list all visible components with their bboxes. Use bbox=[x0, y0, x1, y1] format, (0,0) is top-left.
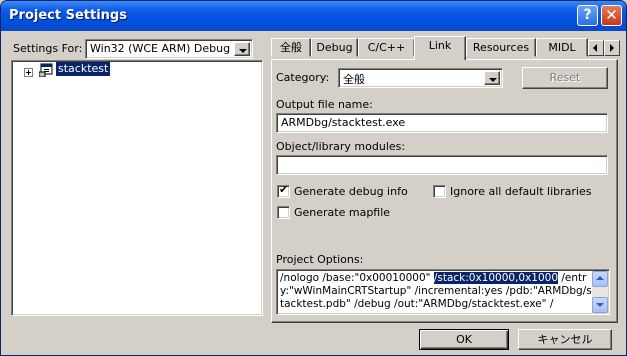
ok-button[interactable]: OK bbox=[419, 329, 509, 350]
close-button[interactable]: ✕ bbox=[601, 5, 622, 26]
output-file-label: Output file name: bbox=[276, 98, 373, 111]
category-label: Category: bbox=[276, 71, 330, 84]
tree-item-stacktest[interactable]: stacktest bbox=[56, 62, 111, 76]
window-title: Project Settings bbox=[9, 8, 127, 23]
output-file-input[interactable]: ARMDbg/stacktest.exe bbox=[276, 113, 608, 133]
settings-for-value: Win32 (WCE ARM) Debug bbox=[90, 42, 231, 55]
generate-debug-info-label[interactable]: Generate debug info bbox=[294, 185, 408, 198]
project-options-textarea[interactable]: /nologo /base:"0x00010000" /stack:0x1000… bbox=[276, 269, 610, 315]
generate-mapfile-label[interactable]: Generate mapfile bbox=[294, 206, 390, 219]
project-icon bbox=[39, 63, 53, 77]
category-combo[interactable]: 全般 bbox=[338, 68, 503, 88]
help-button[interactable]: ? bbox=[577, 5, 598, 26]
generate-mapfile-checkbox[interactable] bbox=[277, 206, 290, 219]
project-tree[interactable]: stacktest bbox=[11, 60, 263, 316]
chevron-down-icon[interactable] bbox=[484, 71, 500, 85]
tab-general[interactable]: 全般 bbox=[271, 38, 311, 57]
reset-button[interactable]: Reset bbox=[522, 67, 608, 89]
project-options-text: /nologo /base:"0x00010000" /stack:0x1000… bbox=[280, 272, 592, 311]
title-bar[interactable]: Project Settings ? ✕ bbox=[1, 1, 626, 31]
settings-for-combo[interactable]: Win32 (WCE ARM) Debug bbox=[85, 39, 253, 59]
scroll-down-icon[interactable] bbox=[592, 297, 608, 313]
scroll-up-icon[interactable] bbox=[592, 271, 608, 287]
checkmark-icon: ✔ bbox=[279, 183, 289, 196]
ignore-default-libs-checkbox[interactable] bbox=[433, 185, 446, 198]
options-text-selected: /stack:0x10000,0x1000 bbox=[433, 272, 559, 284]
tab-resources[interactable]: Resources bbox=[466, 38, 536, 57]
modules-label: Object/library modules: bbox=[276, 140, 406, 153]
tab-c-cpp[interactable]: C/C++ bbox=[358, 38, 415, 57]
project-settings-dialog: Project Settings ? ✕ Settings For: Win32… bbox=[0, 0, 627, 356]
chevron-down-icon[interactable] bbox=[234, 42, 250, 56]
cancel-button[interactable]: キャンセル bbox=[518, 329, 612, 350]
tab-debug[interactable]: Debug bbox=[311, 38, 358, 57]
project-options-label: Project Options: bbox=[276, 253, 364, 266]
expand-icon[interactable] bbox=[24, 68, 33, 77]
options-text-before: /nologo /base:"0x00010000" bbox=[280, 272, 434, 284]
tab-scroll-right-icon[interactable] bbox=[604, 40, 620, 56]
tab-scroll-left-icon[interactable] bbox=[588, 40, 604, 56]
tab-midl[interactable]: MIDL bbox=[536, 38, 588, 57]
modules-input[interactable] bbox=[276, 155, 608, 175]
category-value: 全般 bbox=[343, 73, 365, 86]
output-file-value: ARMDbg/stacktest.exe bbox=[281, 116, 406, 129]
options-scrollbar[interactable] bbox=[592, 271, 608, 313]
tab-link[interactable]: Link bbox=[414, 36, 466, 60]
generate-debug-info-checkbox[interactable]: ✔ bbox=[277, 183, 290, 198]
settings-for-label: Settings For: bbox=[13, 42, 83, 55]
ignore-default-libs-label[interactable]: Ignore all default libraries bbox=[450, 185, 591, 198]
